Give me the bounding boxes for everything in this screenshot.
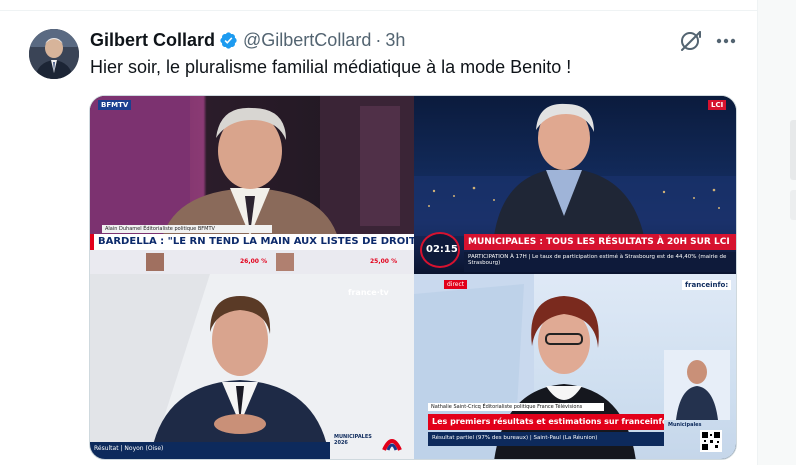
ellipsis-icon[interactable] xyxy=(713,30,739,52)
franceinfo-side-label: Municipales xyxy=(668,422,702,428)
franceinfo-live-badge: direct xyxy=(444,280,468,289)
grok-icon[interactable] xyxy=(679,29,703,53)
right-gutter xyxy=(758,0,796,465)
bfmtv-caption: Alain Duhamel Éditorialiste politique BF… xyxy=(102,225,272,233)
bfmtv-headline: BARDELLA : "LE RN TEND LA MAIN AUX LISTE… xyxy=(90,234,414,250)
lci-logo: LCI xyxy=(708,100,727,110)
tweet-header: Gilbert Collard @GilbertCollard · 3h xyxy=(90,28,405,52)
franceinfo-caption: Nathalie Saint-Cricq Éditorialiste polit… xyxy=(428,403,604,411)
media-panel-lci: LCI 02:15 MUNICIPALES : TOUS LES RÉSULTA… xyxy=(414,96,736,274)
media-panel-bfmtv: BFMTV Alain Duhamel Éditorialiste politi… xyxy=(90,96,414,274)
user-handle[interactable]: @GilbertCollard xyxy=(243,30,371,51)
france-tv-mark-icon xyxy=(382,432,402,452)
tweet[interactable]: Gilbert Collard @GilbertCollard · 3h Hie… xyxy=(0,11,757,465)
lci-headline: MUNICIPALES : TOUS LES RÉSULTATS À 20H S… xyxy=(464,234,736,250)
bfmtv-percent-left: 26,00 % xyxy=(240,258,268,265)
avatar[interactable] xyxy=(29,29,79,79)
bfmtv-logo: BFMTV xyxy=(98,100,132,110)
france-tv-ticker: Résultat | Noyon (Oise) xyxy=(90,442,330,459)
france-tv-badge: MUNICIPALES 2026 xyxy=(334,434,372,446)
display-name[interactable]: Gilbert Collard xyxy=(90,30,215,51)
franceinfo-logo: franceinfo: xyxy=(682,280,732,290)
tweet-media[interactable]: BFMTV Alain Duhamel Éditorialiste politi… xyxy=(89,95,737,460)
bfmtv-results-strip: 26,00 % 25,00 % xyxy=(90,250,414,274)
media-panel-franceinfo: direct franceinfo: Nathalie Saint-Cricq … xyxy=(414,274,736,459)
lci-clock: 02:15 xyxy=(426,244,458,255)
franceinfo-ticker: Résultat partiel (97% des bureaux) | Sai… xyxy=(428,432,664,446)
lci-subtitle: PARTICIPATION À 17H | Le taux de partici… xyxy=(464,252,736,272)
timestamp[interactable]: 3h xyxy=(385,30,405,51)
franceinfo-headline: Les premiers résultats et estimations su… xyxy=(428,414,664,430)
qr-code-icon xyxy=(700,430,722,452)
bfmtv-percent-right: 25,00 % xyxy=(370,258,398,265)
sidebar-edge-lower xyxy=(790,190,796,220)
tweet-text: Hier soir, le pluralisme familial médiat… xyxy=(90,57,572,77)
france-tv-logo: france·tv xyxy=(348,288,389,297)
separator-dot: · xyxy=(375,29,382,50)
sidebar-edge xyxy=(790,120,796,180)
verified-badge-icon[interactable] xyxy=(219,31,238,50)
media-panel-france-tv: france·tv Résultat | Noyon (Oise) MUNICI… xyxy=(90,274,414,459)
